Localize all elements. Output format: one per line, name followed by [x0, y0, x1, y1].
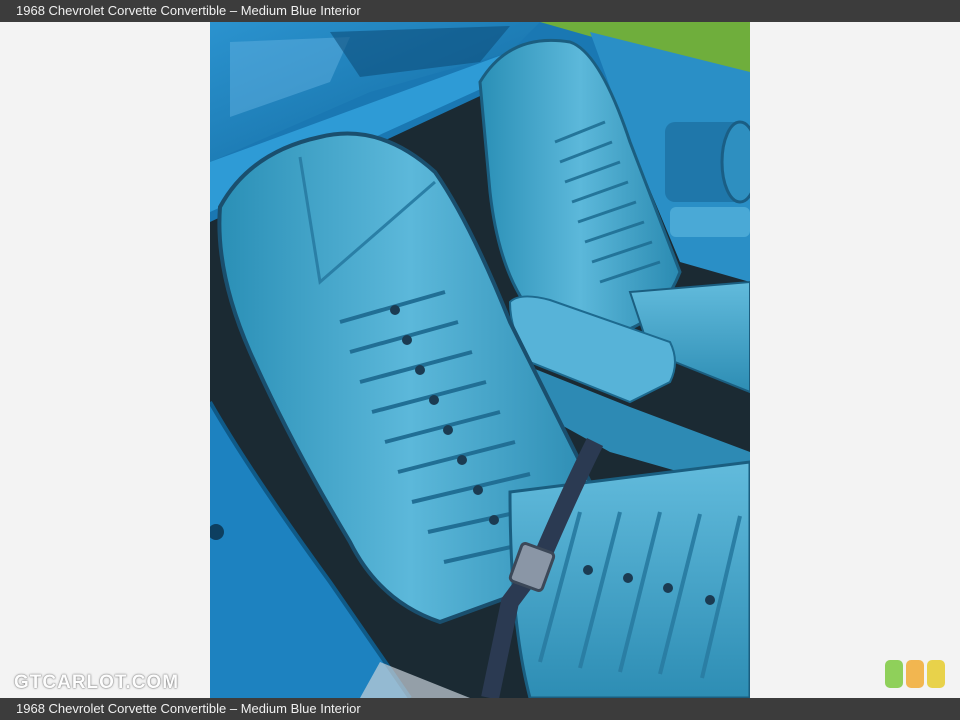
interior-photo-illustration: [210, 22, 750, 698]
photo-caption-bottom: 1968 Chevrolet Corvette Convertible – Me…: [16, 701, 361, 716]
caption-bar-top: 1968 Chevrolet Corvette Convertible – Me…: [0, 0, 960, 22]
site-watermark: GTCARLOT.COM: [14, 672, 180, 693]
right-margin: [750, 22, 960, 698]
three-rounded-squares-logo-icon: [885, 660, 945, 688]
photo-caption-top: 1968 Chevrolet Corvette Convertible – Me…: [16, 3, 361, 18]
left-margin: [0, 22, 210, 698]
caption-bar-bottom: 1968 Chevrolet Corvette Convertible – Me…: [0, 698, 960, 720]
interior-photo: [210, 22, 750, 698]
